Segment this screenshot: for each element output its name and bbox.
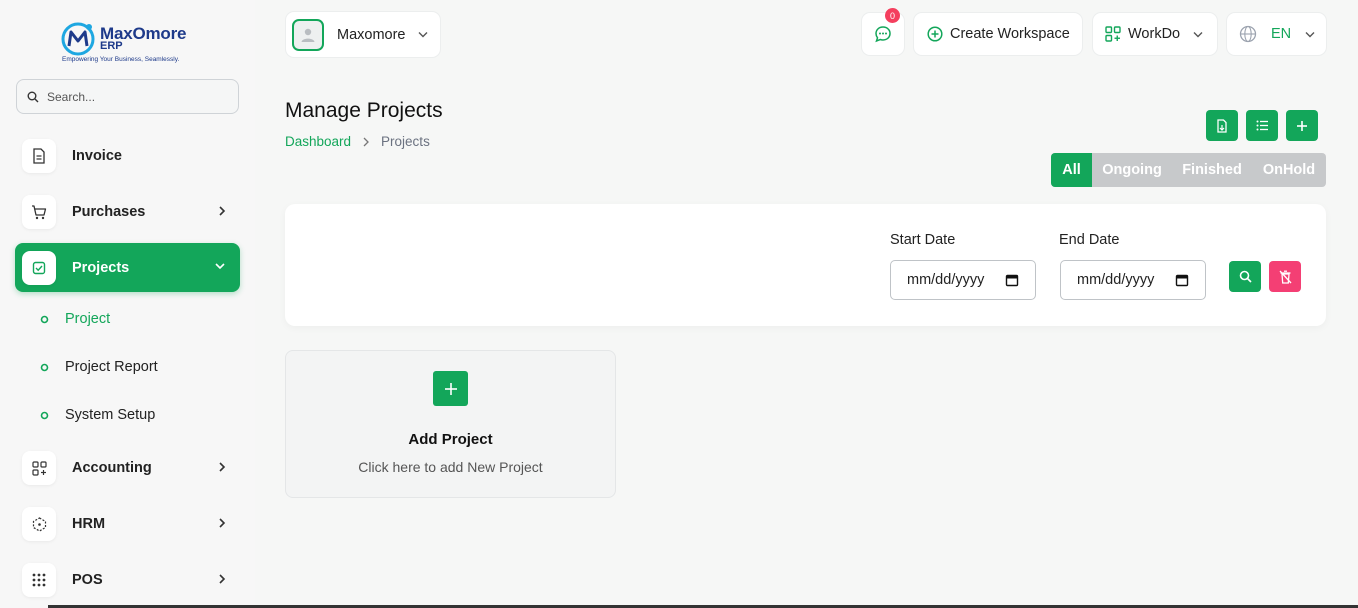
chevron-right-icon <box>219 518 226 528</box>
add-project-subtitle: Click here to add New Project <box>358 459 543 475</box>
filter-tab-ongoing[interactable]: Ongoing <box>1092 153 1172 187</box>
apps-icon <box>1105 26 1121 42</box>
sidebar-search <box>16 79 239 114</box>
sidebar-item-accounting[interactable]: Accounting <box>15 444 240 492</box>
bullet-icon <box>40 315 49 323</box>
cart-icon <box>32 205 47 220</box>
brand-logo[interactable]: MaxOmore ERP Empowering Your Business, S… <box>60 18 210 68</box>
create-workspace-label: Create Workspace <box>950 26 1070 42</box>
search-input[interactable] <box>47 89 227 104</box>
sidebar-item-label: Purchases <box>72 204 146 220</box>
user-name: Maxomore <box>337 26 406 43</box>
filter-tab-all[interactable]: All <box>1051 153 1092 187</box>
start-date-input[interactable]: mm/dd/yyyy <box>890 260 1036 300</box>
avatar <box>292 18 324 51</box>
add-project-card[interactable]: Add Project Click here to add New Projec… <box>285 350 616 498</box>
chevron-right-icon <box>219 206 226 216</box>
breadcrumb-home[interactable]: Dashboard <box>285 134 351 149</box>
sidebar-item-invoice[interactable]: Invoice <box>15 132 240 180</box>
language-switcher[interactable]: EN <box>1227 13 1326 55</box>
create-workspace-button[interactable]: Create Workspace <box>914 13 1082 55</box>
start-date-label: Start Date <box>890 232 956 248</box>
bullet-icon <box>40 363 49 371</box>
sidebar-item-pos[interactable]: POS <box>15 556 240 604</box>
invoice-icon <box>33 148 45 164</box>
user-icon <box>301 28 315 42</box>
sidebar-item-projects[interactable]: Projects <box>15 243 240 292</box>
date-filter-card: Start Date mm/dd/yyyy End Date mm/dd/yyy… <box>285 204 1326 326</box>
user-menu[interactable]: Maxomore <box>286 12 440 57</box>
start-date-value: mm/dd/yyyy <box>907 272 985 288</box>
bullet-icon <box>40 411 49 419</box>
end-date-label: End Date <box>1059 232 1120 248</box>
sidebar-item-label: Projects <box>72 259 130 276</box>
sidebar-subitem-project[interactable]: Project <box>40 311 110 327</box>
sidebar-subitem-project-report[interactable]: Project Report <box>40 359 158 375</box>
sidebar-subitem-system-setup[interactable]: System Setup <box>40 407 155 423</box>
logo-mark-icon <box>61 22 95 56</box>
filter-tab-finished[interactable]: Finished <box>1172 153 1252 187</box>
search-icon <box>27 91 39 102</box>
cube-icon <box>32 516 46 532</box>
dots-grid-icon <box>32 573 46 587</box>
chevron-down-icon <box>1305 31 1315 37</box>
sidebar-subitem-label: System Setup <box>65 407 156 423</box>
search-icon <box>1239 270 1252 283</box>
list-icon <box>1256 120 1268 131</box>
calendar-icon <box>1005 274 1019 287</box>
sidebar-item-label: HRM <box>72 516 106 532</box>
breadcrumb-current: Projects <box>381 134 430 149</box>
trash-off-icon <box>1279 270 1291 284</box>
import-button[interactable] <box>1206 110 1238 141</box>
chat-icon <box>875 26 891 43</box>
check-square-icon <box>32 261 46 274</box>
sidebar-subitem-label: Project Report <box>65 359 158 375</box>
clear-filter-button[interactable] <box>1269 261 1301 292</box>
notifications-button[interactable]: 0 <box>862 8 904 55</box>
chevron-right-icon <box>363 137 369 146</box>
sidebar: MaxOmore ERP Empowering Your Business, S… <box>0 0 255 608</box>
end-date-value: mm/dd/yyyy <box>1077 272 1155 288</box>
add-project-button[interactable] <box>433 371 468 406</box>
sidebar-item-purchases[interactable]: Purchases <box>15 188 240 236</box>
plus-icon <box>1297 120 1307 131</box>
filter-tab-onhold[interactable]: OnHold <box>1252 153 1326 187</box>
sidebar-subitem-label: Project <box>65 311 111 327</box>
sidebar-item-label: Invoice <box>72 148 122 164</box>
sidebar-item-label: POS <box>72 572 103 588</box>
list-view-button[interactable] <box>1246 110 1278 141</box>
chevron-right-icon <box>219 462 226 472</box>
brand-sub: ERP <box>100 40 123 52</box>
notification-badge: 0 <box>885 8 900 23</box>
grid-plus-icon <box>31 460 47 476</box>
workspace-name: WorkDo <box>1128 26 1181 42</box>
chevron-down-icon <box>1193 31 1203 37</box>
chevron-down-icon <box>418 32 427 38</box>
apply-filter-button[interactable] <box>1229 261 1261 292</box>
status-filter: All Ongoing Finished OnHold <box>1051 153 1326 187</box>
language-code: EN <box>1271 26 1292 42</box>
workspace-switcher[interactable]: WorkDo <box>1093 13 1217 55</box>
breadcrumb: Dashboard Projects <box>285 134 430 149</box>
chevron-right-icon <box>219 574 226 584</box>
plus-icon <box>444 382 457 395</box>
calendar-icon <box>1175 274 1189 287</box>
plus-circle-icon <box>927 26 943 42</box>
add-project-title: Add Project <box>408 431 493 448</box>
file-import-icon <box>1217 118 1227 133</box>
globe-icon <box>1239 25 1257 43</box>
sidebar-item-hrm[interactable]: HRM <box>15 500 240 548</box>
add-button[interactable] <box>1286 110 1318 141</box>
chevron-down-icon <box>215 263 225 270</box>
sidebar-item-label: Accounting <box>72 460 152 476</box>
brand-tagline: Empowering Your Business, Seamlessly. <box>62 56 180 63</box>
page-title: Manage Projects <box>285 99 443 122</box>
end-date-input[interactable]: mm/dd/yyyy <box>1060 260 1206 300</box>
